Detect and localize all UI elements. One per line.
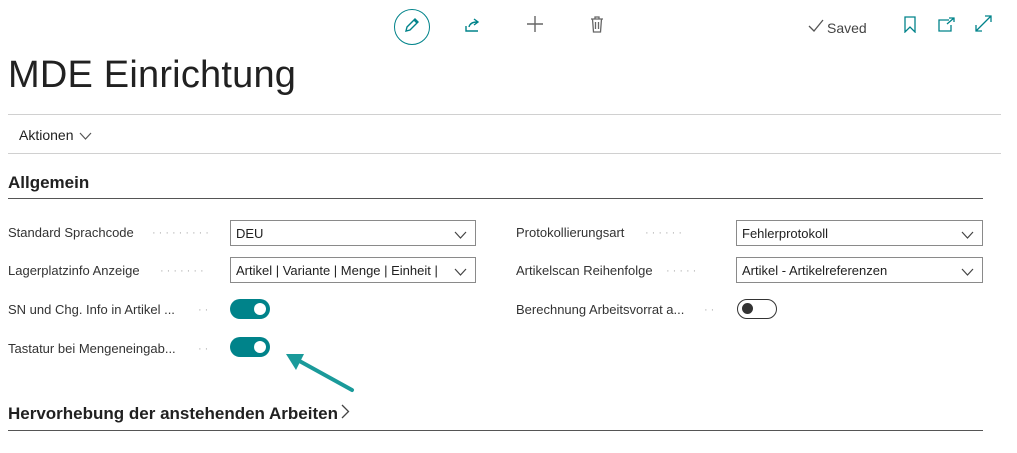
section-underline	[8, 430, 983, 431]
keyboard-qty-toggle[interactable]	[230, 337, 270, 357]
item-scan-order-value: Artikel - Artikelreferenzen	[742, 262, 888, 278]
delete-button[interactable]	[587, 15, 607, 38]
bin-info-select[interactable]: Artikel | Variante | Menge | Einheit |	[230, 257, 476, 283]
keyboard-qty-label: Tastatur bei Mengeneingab...	[8, 341, 176, 356]
share-icon	[464, 17, 482, 38]
pencil-icon	[403, 16, 421, 39]
checkmark-icon	[808, 19, 824, 36]
language-code-value: DEU	[236, 225, 264, 241]
chevron-down-icon	[454, 227, 467, 242]
open-in-new-window-icon	[937, 17, 955, 37]
edit-button[interactable]	[394, 9, 430, 45]
plus-icon	[526, 15, 544, 38]
actions-menu-button[interactable]: Aktionen	[19, 127, 92, 143]
logging-type-label: Protokollierungsart	[516, 225, 625, 240]
bookmark-button[interactable]	[902, 16, 918, 38]
toggle-knob	[254, 341, 266, 353]
leader-dots: ·······	[160, 265, 207, 277]
open-new-window-button[interactable]	[936, 17, 956, 37]
section-highlight-header[interactable]: Hervorhebung der anstehenden Arbeiten	[8, 404, 350, 424]
leader-dots: ·········	[152, 227, 212, 239]
leader-dots: ·····	[666, 265, 700, 277]
chevron-down-icon	[454, 264, 467, 279]
page-title: MDE Einrichtung	[8, 54, 297, 96]
leader-dots: ··	[704, 304, 718, 316]
toggle-knob	[742, 303, 753, 314]
chevron-down-icon	[79, 127, 92, 143]
logging-type-select[interactable]: Fehlerprotokoll	[736, 220, 983, 246]
chevron-down-icon	[961, 227, 974, 242]
section-title-general[interactable]: Allgemein	[8, 173, 89, 193]
chevron-down-icon	[961, 264, 974, 279]
divider	[8, 114, 1001, 115]
item-scan-order-select[interactable]: Artikel - Artikelreferenzen	[736, 257, 983, 283]
bookmark-icon	[904, 16, 916, 38]
section-underline	[8, 198, 983, 199]
sn-lot-info-label: SN und Chg. Info in Artikel ...	[8, 302, 175, 317]
item-scan-order-label: Artikelscan Reihenfolge	[516, 263, 653, 278]
annotation-arrow	[282, 348, 356, 399]
leader-dots: ······	[645, 227, 685, 239]
leader-dots: ··	[198, 343, 212, 355]
divider	[8, 153, 1001, 154]
language-code-select[interactable]: DEU	[230, 220, 476, 246]
actions-label: Aktionen	[19, 127, 74, 143]
saved-status: Saved	[808, 19, 867, 36]
bin-info-value: Artikel | Variante | Menge | Einheit |	[236, 262, 438, 278]
language-code-label: Standard Sprachcode	[8, 225, 134, 240]
leader-dots: ··	[198, 304, 212, 316]
share-button[interactable]	[462, 17, 484, 37]
bin-info-label: Lagerplatzinfo Anzeige	[8, 263, 140, 278]
saved-label: Saved	[827, 19, 867, 36]
trash-icon	[590, 15, 604, 38]
work-calc-toggle[interactable]	[737, 299, 777, 319]
logging-type-value: Fehlerprotokoll	[742, 225, 828, 241]
expand-icon	[974, 15, 992, 37]
work-calc-label: Berechnung Arbeitsvorrat a...	[516, 302, 685, 317]
sn-lot-info-toggle[interactable]	[230, 299, 270, 319]
toggle-knob	[254, 303, 266, 315]
expand-button[interactable]	[973, 15, 993, 37]
chevron-right-icon	[341, 404, 350, 424]
section-title-highlight: Hervorhebung der anstehenden Arbeiten	[8, 404, 338, 423]
new-button[interactable]	[525, 15, 545, 38]
